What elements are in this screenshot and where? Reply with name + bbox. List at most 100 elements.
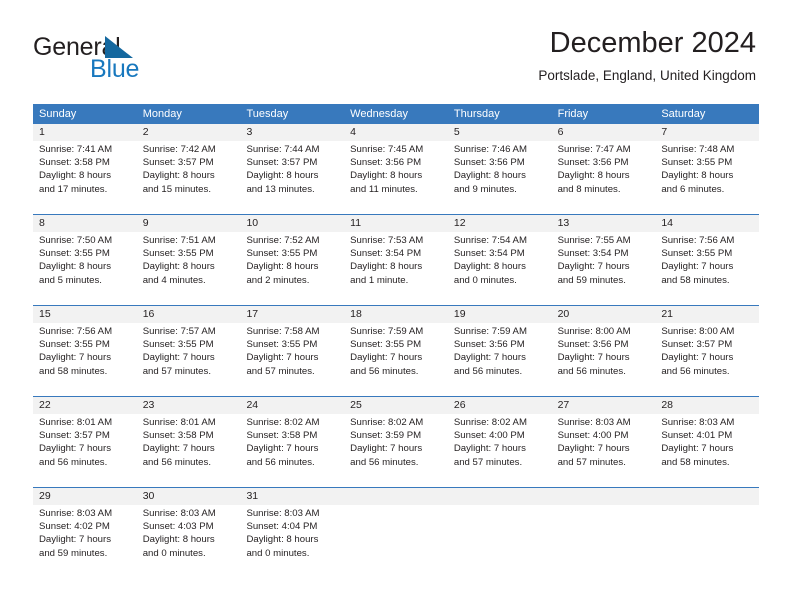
day-number[interactable]: 28 — [655, 397, 759, 414]
day-cell[interactable]: Sunrise: 7:41 AM Sunset: 3:58 PM Dayligh… — [33, 141, 137, 214]
sunset-text: Sunset: 3:55 PM — [142, 339, 214, 351]
sunrise-text: Sunrise: 7:54 AM — [453, 235, 527, 246]
day-number[interactable]: 24 — [240, 397, 344, 414]
day-number[interactable]: 17 — [240, 306, 344, 323]
day-number[interactable]: 23 — [137, 397, 241, 414]
day-number[interactable]: 18 — [344, 306, 448, 323]
calendar-page: General Blue December 2024 Portslade, En… — [0, 0, 792, 612]
day-number[interactable]: 25 — [344, 397, 448, 414]
sunset-text: Sunset: 3:56 PM — [350, 157, 422, 169]
sunset-text: Sunset: 3:57 PM — [39, 430, 110, 442]
day-cell[interactable]: Sunrise: 8:03 AM Sunset: 4:04 PM Dayligh… — [240, 505, 344, 578]
general-blue-logo[interactable]: General Blue — [33, 33, 243, 85]
day-cell[interactable]: Sunrise: 7:45 AM Sunset: 3:56 PM Dayligh… — [344, 141, 448, 214]
day-number[interactable]: 4 — [344, 124, 448, 141]
day-number[interactable]: 3 — [240, 124, 344, 141]
sunset-text: Sunset: 4:01 PM — [661, 430, 733, 442]
sunrise-text: Sunrise: 8:02 AM — [246, 417, 320, 428]
daylight-text-line2: and 6 minutes. — [661, 183, 725, 195]
day-cell[interactable]: Sunrise: 7:51 AM Sunset: 3:55 PM Dayligh… — [137, 232, 241, 305]
week-row: 8 9 10 11 12 13 14 Sunrise: 7:50 AM Suns… — [33, 214, 759, 305]
day-number[interactable]: 16 — [137, 306, 241, 323]
day-cell[interactable]: Sunrise: 8:00 AM Sunset: 3:56 PM Dayligh… — [552, 323, 656, 396]
daylight-text-line1: Daylight: 8 hours — [142, 261, 215, 273]
day-number[interactable]: 31 — [240, 488, 344, 505]
day-cell[interactable]: Sunrise: 7:52 AM Sunset: 3:55 PM Dayligh… — [240, 232, 344, 305]
day-cell[interactable]: Sunrise: 7:44 AM Sunset: 3:57 PM Dayligh… — [240, 141, 344, 214]
day-number[interactable]: 21 — [655, 306, 759, 323]
day-number-empty — [552, 488, 656, 505]
day-number[interactable]: 5 — [448, 124, 552, 141]
day-number[interactable]: 7 — [655, 124, 759, 141]
sunrise-text: Sunrise: 7:52 AM — [246, 235, 320, 246]
day-cell[interactable]: Sunrise: 7:48 AM Sunset: 3:55 PM Dayligh… — [655, 141, 759, 214]
day-number[interactable]: 6 — [552, 124, 656, 141]
day-number[interactable]: 29 — [33, 488, 137, 505]
day-number[interactable]: 1 — [33, 124, 137, 141]
day-cell[interactable]: Sunrise: 8:02 AM Sunset: 3:59 PM Dayligh… — [344, 414, 448, 487]
daylight-text-line1: Daylight: 7 hours — [246, 352, 319, 364]
daylight-text-line1: Daylight: 7 hours — [661, 352, 734, 364]
day-number[interactable]: 22 — [33, 397, 137, 414]
day-number[interactable]: 20 — [552, 306, 656, 323]
day-cell[interactable]: Sunrise: 7:54 AM Sunset: 3:54 PM Dayligh… — [448, 232, 552, 305]
day-number[interactable]: 15 — [33, 306, 137, 323]
week-daynum-row: 22 23 24 25 26 27 28 — [33, 396, 759, 414]
sunset-text: Sunset: 3:55 PM — [246, 248, 318, 260]
day-cell[interactable]: Sunrise: 7:56 AM Sunset: 3:55 PM Dayligh… — [655, 232, 759, 305]
day-cell[interactable]: Sunrise: 7:53 AM Sunset: 3:54 PM Dayligh… — [344, 232, 448, 305]
day-number[interactable]: 14 — [655, 215, 759, 232]
sunrise-text: Sunrise: 7:55 AM — [557, 235, 631, 246]
day-cell[interactable]: Sunrise: 7:55 AM Sunset: 3:54 PM Dayligh… — [552, 232, 656, 305]
day-number[interactable]: 2 — [137, 124, 241, 141]
day-number[interactable]: 10 — [240, 215, 344, 232]
day-cell[interactable]: Sunrise: 7:58 AM Sunset: 3:55 PM Dayligh… — [240, 323, 344, 396]
day-cell[interactable]: Sunrise: 8:03 AM Sunset: 4:00 PM Dayligh… — [552, 414, 656, 487]
daylight-text-line2: and 9 minutes. — [453, 183, 517, 195]
day-cell[interactable]: Sunrise: 8:03 AM Sunset: 4:01 PM Dayligh… — [655, 414, 759, 487]
sunrise-text: Sunrise: 8:01 AM — [39, 417, 113, 428]
day-cell[interactable]: Sunrise: 7:42 AM Sunset: 3:57 PM Dayligh… — [137, 141, 241, 214]
day-cell[interactable]: Sunrise: 7:57 AM Sunset: 3:55 PM Dayligh… — [137, 323, 241, 396]
day-number[interactable]: 11 — [344, 215, 448, 232]
day-cell[interactable]: Sunrise: 7:46 AM Sunset: 3:56 PM Dayligh… — [448, 141, 552, 214]
daylight-text-line1: Daylight: 8 hours — [453, 261, 526, 273]
day-number[interactable]: 13 — [552, 215, 656, 232]
day-number[interactable]: 12 — [448, 215, 552, 232]
sunrise-text: Sunrise: 8:03 AM — [661, 417, 735, 428]
day-cell[interactable]: Sunrise: 7:47 AM Sunset: 3:56 PM Dayligh… — [552, 141, 656, 214]
daylight-text-line2: and 57 minutes. — [453, 456, 523, 468]
day-number[interactable]: 8 — [33, 215, 137, 232]
day-cell[interactable]: Sunrise: 8:01 AM Sunset: 3:57 PM Dayligh… — [33, 414, 137, 487]
day-cell[interactable]: Sunrise: 7:59 AM Sunset: 3:55 PM Dayligh… — [344, 323, 448, 396]
day-cell[interactable]: Sunrise: 7:56 AM Sunset: 3:55 PM Dayligh… — [33, 323, 137, 396]
sunrise-text: Sunrise: 7:47 AM — [557, 144, 631, 155]
sunrise-text: Sunrise: 7:51 AM — [142, 235, 216, 246]
sunset-text: Sunset: 3:54 PM — [557, 248, 629, 260]
daylight-text-line2: and 1 minute. — [350, 274, 409, 286]
day-cell[interactable]: Sunrise: 8:00 AM Sunset: 3:57 PM Dayligh… — [655, 323, 759, 396]
daylight-text-line2: and 56 minutes. — [661, 365, 730, 377]
sunset-text: Sunset: 4:00 PM — [453, 430, 525, 442]
daylight-text-line1: Daylight: 8 hours — [246, 261, 319, 273]
day-cell[interactable]: Sunrise: 7:50 AM Sunset: 3:55 PM Dayligh… — [33, 232, 137, 305]
daylight-text-line2: and 57 minutes. — [142, 365, 211, 377]
week-row: 29 30 31 Sunrise: 8:03 AM Sunset: 4:02 P… — [33, 487, 759, 578]
daylight-text-line2: and 57 minutes. — [246, 365, 315, 377]
day-cell[interactable]: Sunrise: 8:02 AM Sunset: 4:00 PM Dayligh… — [448, 414, 552, 487]
sunset-text: Sunset: 3:56 PM — [453, 157, 525, 169]
daylight-text-line1: Daylight: 8 hours — [350, 261, 423, 273]
day-cell[interactable]: Sunrise: 8:03 AM Sunset: 4:03 PM Dayligh… — [137, 505, 241, 578]
day-cell[interactable]: Sunrise: 7:59 AM Sunset: 3:56 PM Dayligh… — [448, 323, 552, 396]
day-number[interactable]: 30 — [137, 488, 241, 505]
sunset-text: Sunset: 3:57 PM — [142, 157, 214, 169]
day-cell[interactable]: Sunrise: 8:03 AM Sunset: 4:02 PM Dayligh… — [33, 505, 137, 578]
page-header: General Blue December 2024 Portslade, En… — [0, 0, 792, 100]
day-number[interactable]: 9 — [137, 215, 241, 232]
day-number[interactable]: 19 — [448, 306, 552, 323]
week-daynum-row: 29 30 31 — [33, 487, 759, 505]
day-number[interactable]: 27 — [552, 397, 656, 414]
day-number[interactable]: 26 — [448, 397, 552, 414]
day-cell[interactable]: Sunrise: 8:01 AM Sunset: 3:58 PM Dayligh… — [137, 414, 241, 487]
day-cell[interactable]: Sunrise: 8:02 AM Sunset: 3:58 PM Dayligh… — [240, 414, 344, 487]
